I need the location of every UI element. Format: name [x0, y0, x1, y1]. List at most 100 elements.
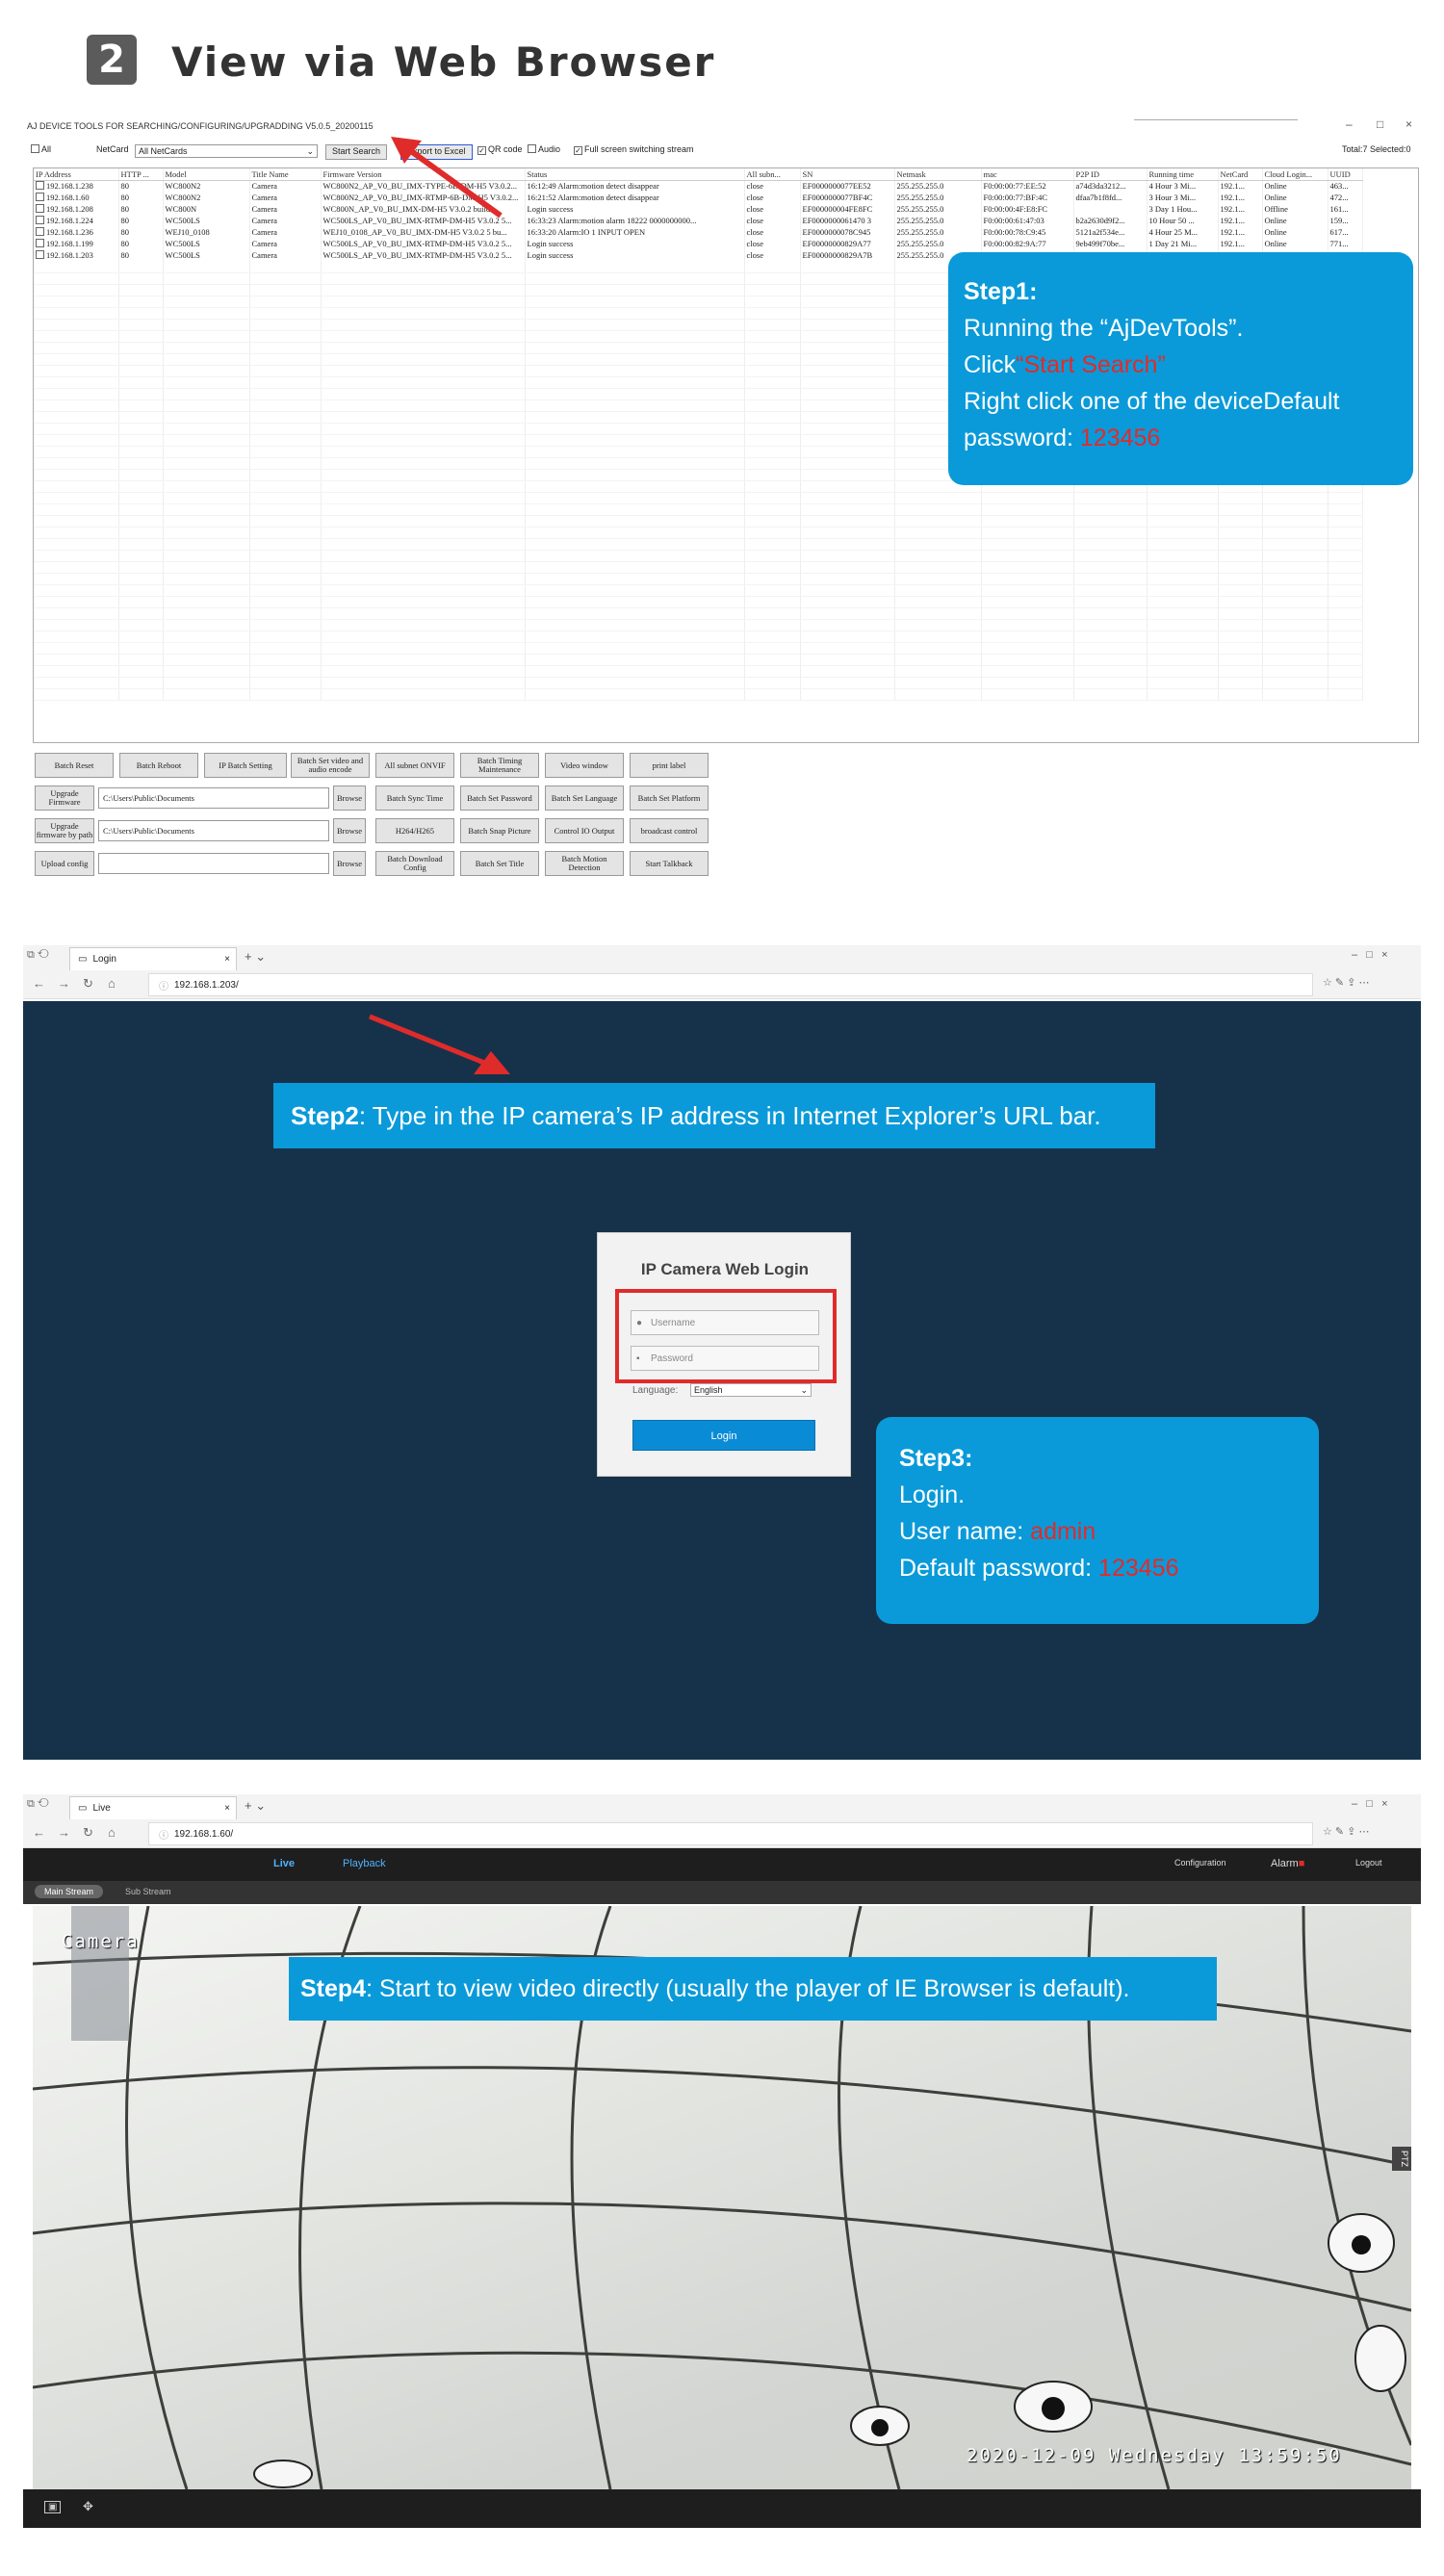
netcard-select[interactable]: All NetCards ⌄	[135, 144, 318, 158]
username-field[interactable]: ● Username	[631, 1310, 819, 1335]
password-field[interactable]: ▪ Password	[631, 1346, 819, 1371]
column-header[interactable]: IP Address	[34, 168, 119, 181]
browse-path-button[interactable]: Browse	[333, 818, 366, 843]
tab-login[interactable]: ▭ Login ×	[69, 947, 237, 970]
start-talkback-button[interactable]: Start Talkback	[630, 851, 709, 876]
batch-reboot-button[interactable]: Batch Reboot	[119, 753, 198, 778]
nav-alarm[interactable]: Alarm■	[1271, 1858, 1304, 1869]
url-bar[interactable]: ⓘ 192.168.1.203/	[148, 973, 1313, 996]
sub-stream-tab[interactable]: Sub Stream	[125, 1887, 171, 1896]
back-icon[interactable]: ←	[33, 976, 45, 991]
minimize-button[interactable]: –	[1346, 117, 1353, 131]
tab-close-icon[interactable]: ×	[224, 954, 230, 965]
column-header[interactable]: All subn...	[744, 168, 801, 181]
home-icon[interactable]: ⌂	[108, 976, 116, 991]
snapshot-icon[interactable]: ▣	[44, 2501, 62, 2513]
firmware-path-field[interactable]: C:\Users\Public\Documents	[98, 787, 329, 809]
nav-logout[interactable]: Logout	[1355, 1858, 1382, 1868]
upgrade-firmware-button[interactable]: Upgrade Firmware	[35, 786, 94, 811]
firmware-by-path-field[interactable]: C:\Users\Public\Documents	[98, 820, 329, 841]
nav-playback[interactable]: Playback	[343, 1858, 386, 1869]
batch-sync-time-button[interactable]: Batch Sync Time	[375, 786, 454, 811]
batch-snap-button[interactable]: Batch Snap Picture	[460, 818, 539, 843]
column-header[interactable]: Cloud Login...	[1262, 168, 1328, 181]
new-tab-icon[interactable]: + ⌄	[245, 1798, 266, 1814]
batch-set-platform-button[interactable]: Batch Set Platform	[630, 786, 709, 811]
column-header[interactable]: Title Name	[249, 168, 322, 181]
tab-live[interactable]: ▭ Live ×	[69, 1796, 237, 1819]
home-icon[interactable]: ⌂	[108, 1825, 116, 1840]
column-header[interactable]: Netmask	[894, 168, 982, 181]
config-path-field[interactable]	[98, 853, 329, 874]
toolbar-icons[interactable]: ☆ ✎ ⇪ ⋯	[1323, 1825, 1369, 1838]
fullscreen-icon[interactable]: ✥	[83, 2499, 93, 2514]
ptz-toggle[interactable]: PTZ	[1392, 2147, 1411, 2171]
video-window-button[interactable]: Video window	[545, 753, 624, 778]
full-screen-checkbox[interactable]: Full screen switching stream	[574, 144, 694, 160]
browse-config-button[interactable]: Browse	[333, 851, 366, 876]
batch-download-config-button[interactable]: Batch Download Config	[375, 851, 454, 876]
h264-h265-button[interactable]: H264/H265	[375, 818, 454, 843]
table-row[interactable]: 192.168.1.224 80 WC500LS Camera WC500LS_AP_V…	[34, 215, 1363, 226]
all-subnet-onvif-button[interactable]: All subnet ONVIF	[375, 753, 454, 778]
row-checkbox[interactable]	[36, 216, 44, 224]
refresh-icon[interactable]: ↻	[83, 976, 93, 992]
upgrade-by-path-button[interactable]: Upgrade firmware by path	[35, 818, 94, 843]
close-button[interactable]: ×	[1405, 117, 1412, 131]
select-all-checkbox[interactable]: All	[31, 144, 51, 160]
window-controls[interactable]: – □ ×	[1352, 1798, 1388, 1810]
row-checkbox[interactable]	[36, 250, 44, 259]
column-header[interactable]: Running time	[1147, 168, 1219, 181]
nav-configuration[interactable]: Configuration	[1174, 1858, 1226, 1868]
table-row[interactable]: 192.168.1.60 80 WC800N2 Camera WC800N2_AP_V0…	[34, 192, 1363, 203]
column-header[interactable]: Status	[525, 168, 745, 181]
refresh-icon[interactable]: ↻	[83, 1825, 93, 1841]
print-label-button[interactable]: print label	[630, 753, 709, 778]
batch-set-title-button[interactable]: Batch Set Title	[460, 851, 539, 876]
table-row[interactable]: 192.168.1.236 80 WEJ10_0108 Camera WEJ10_010…	[34, 226, 1363, 238]
main-stream-tab[interactable]: Main Stream	[35, 1885, 104, 1898]
forward-icon[interactable]: →	[58, 976, 70, 991]
column-header[interactable]: NetCard	[1218, 168, 1263, 181]
batch-reset-button[interactable]: Batch Reset	[35, 753, 114, 778]
login-button[interactable]: Login	[632, 1420, 815, 1451]
ip-batch-setting-button[interactable]: IP Batch Setting	[204, 753, 287, 778]
back-icon[interactable]: ←	[33, 1825, 45, 1840]
table-row[interactable]: 192.168.1.199 80 WC500LS Camera WC500LS_AP_V…	[34, 238, 1363, 249]
row-checkbox[interactable]	[36, 193, 44, 201]
nav-live[interactable]: Live	[273, 1858, 295, 1869]
row-checkbox[interactable]	[36, 227, 44, 236]
table-row[interactable]: 192.168.1.208 80 WC800N Camera WC800N_AP_V0_…	[34, 203, 1363, 215]
maximize-button[interactable]: □	[1377, 117, 1383, 131]
batch-motion-button[interactable]: Batch Motion Detection	[545, 851, 624, 876]
browse-firmware-button[interactable]: Browse	[333, 786, 366, 811]
table-row[interactable]: 192.168.1.238 80 WC800N2 Camera WC800N2_AP_V…	[34, 180, 1363, 192]
column-header[interactable]: Model	[163, 168, 250, 181]
broadcast-control-button[interactable]: broadcast control	[630, 818, 709, 843]
batch-timing-button[interactable]: Batch Timing Maintenance	[460, 753, 539, 778]
column-header[interactable]: SN	[800, 168, 895, 181]
column-header[interactable]: HTTP ...	[118, 168, 164, 181]
batch-set-language-button[interactable]: Batch Set Language	[545, 786, 624, 811]
row-checkbox[interactable]	[36, 204, 44, 213]
window-controls[interactable]: – □ ×	[1352, 949, 1388, 961]
tab-close-icon[interactable]: ×	[224, 1803, 230, 1814]
row-checkbox[interactable]	[36, 181, 44, 191]
tab-actions-icon[interactable]: ⧉ ⟲	[27, 1798, 49, 1811]
batch-set-video-button[interactable]: Batch Set video and audio encode	[291, 753, 370, 778]
control-io-button[interactable]: Control IO Output	[545, 818, 624, 843]
batch-set-password-button[interactable]: Batch Set Password	[460, 786, 539, 811]
toolbar-icons[interactable]: ☆ ✎ ⇪ ⋯	[1323, 976, 1369, 989]
forward-icon[interactable]: →	[58, 1825, 70, 1840]
audio-checkbox[interactable]: Audio	[528, 144, 560, 160]
column-header[interactable]: UUID	[1328, 168, 1363, 181]
start-search-button[interactable]: Start Search	[325, 144, 388, 160]
column-header[interactable]: mac	[981, 168, 1074, 181]
row-checkbox[interactable]	[36, 239, 44, 247]
upload-config-button[interactable]: Upload config	[35, 851, 94, 876]
tab-actions-icon[interactable]: ⧉ ⟲	[27, 949, 49, 962]
url-bar[interactable]: ⓘ 192.168.1.60/	[148, 1822, 1313, 1845]
language-select[interactable]: English ⌄	[690, 1383, 812, 1397]
column-header[interactable]: P2P ID	[1073, 168, 1147, 181]
new-tab-icon[interactable]: + ⌄	[245, 949, 266, 965]
